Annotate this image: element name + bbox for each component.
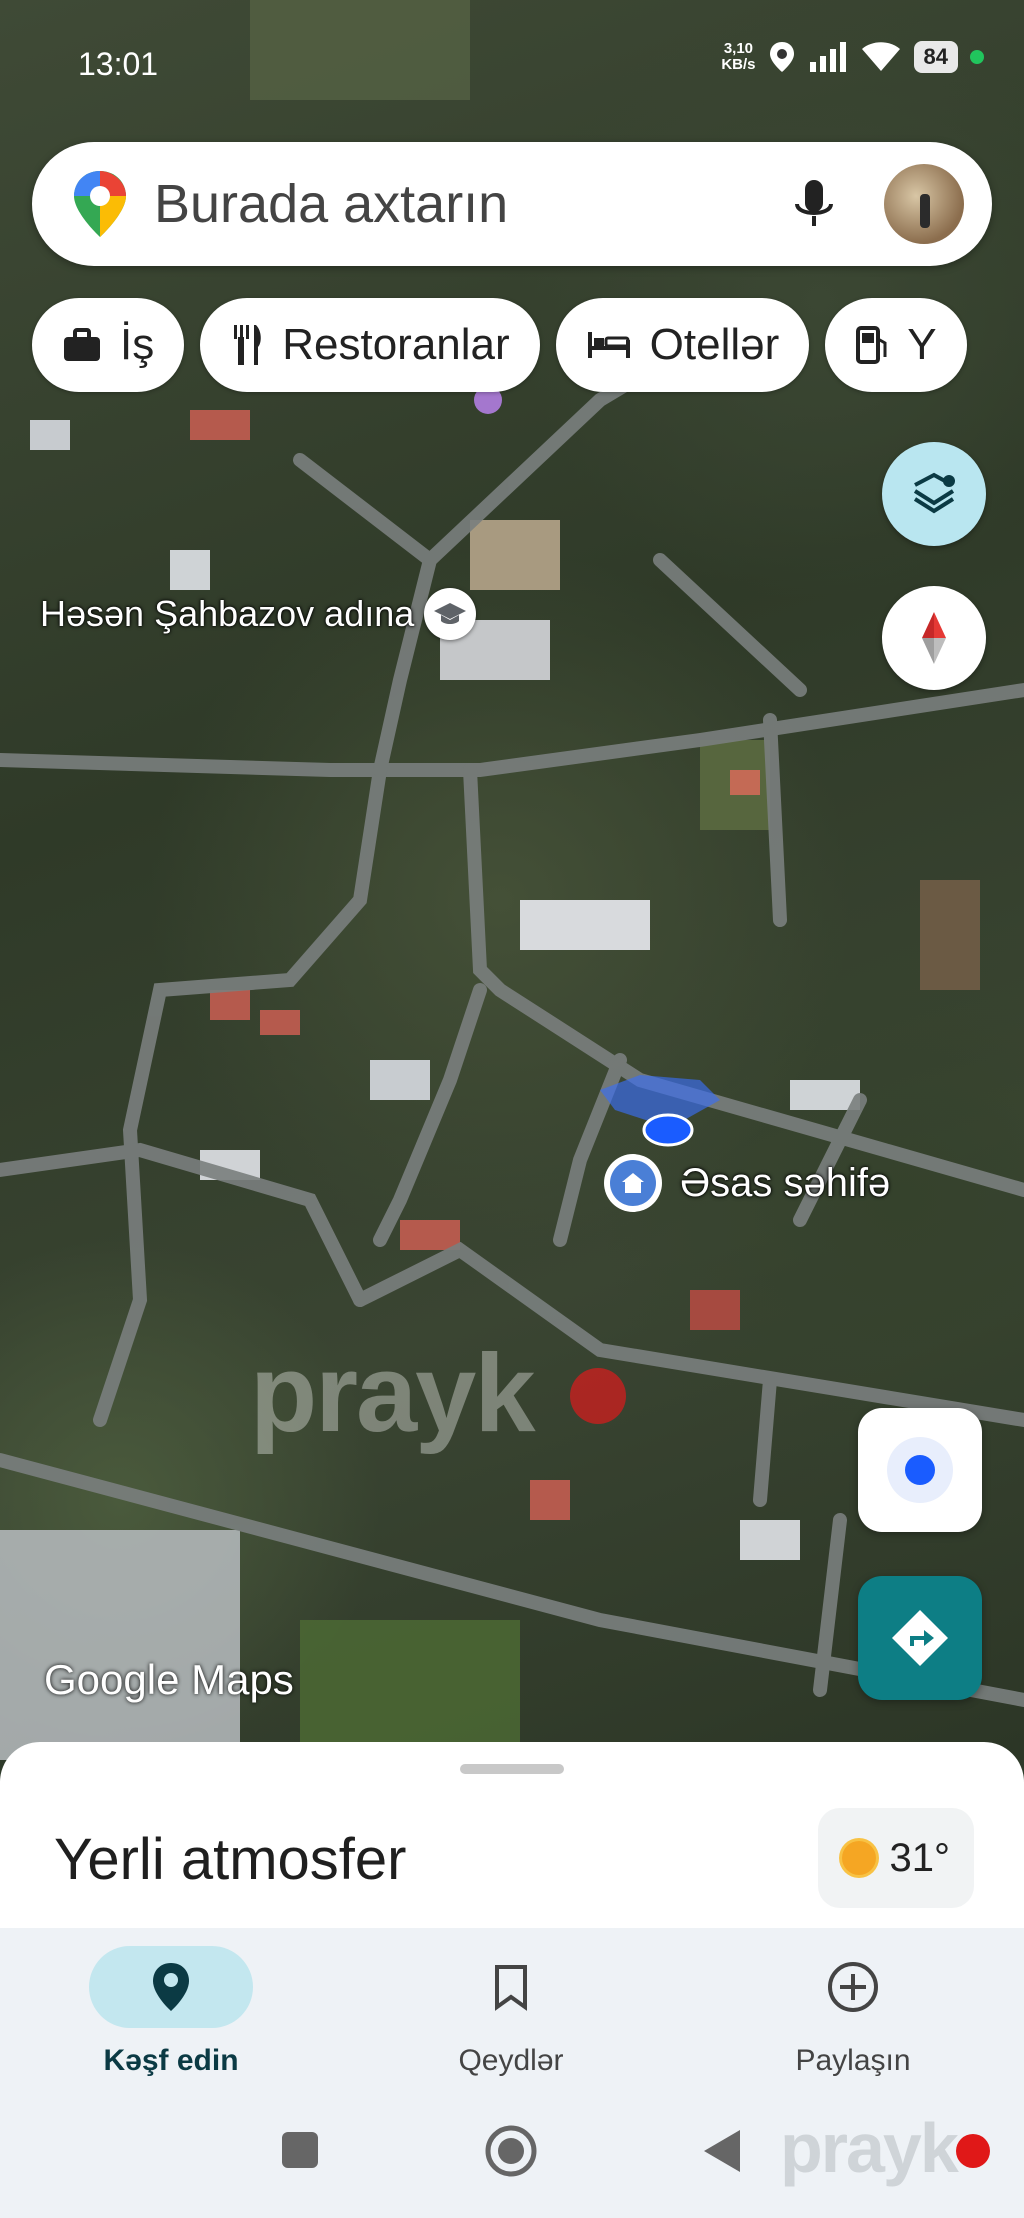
watermark-dot bbox=[570, 1368, 626, 1424]
back-button-icon[interactable] bbox=[702, 2128, 742, 2174]
briefcase-icon bbox=[64, 328, 100, 361]
nav-explore-label: Kəşf edin bbox=[103, 2044, 239, 2077]
bottom-sheet[interactable]: Yerli atmosfer 31° bbox=[0, 1742, 1024, 1928]
status-time: 13:01 bbox=[78, 46, 159, 82]
recents-button-icon[interactable] bbox=[280, 2130, 320, 2170]
weather-chip[interactable]: 31° bbox=[817, 1808, 974, 1908]
nav-explore[interactable]: Kəşf edin bbox=[46, 1946, 296, 2078]
network-speed: 3,10 KB/s bbox=[721, 41, 755, 73]
chip-hotels-label: Otellər bbox=[649, 320, 780, 369]
nav-contribute-pill bbox=[771, 1946, 935, 2028]
compass-button[interactable] bbox=[882, 586, 986, 690]
category-chips: İş Restoranlar Otellər Y bbox=[32, 298, 967, 392]
explore-pin-icon bbox=[153, 1963, 189, 2011]
my-location-button[interactable] bbox=[858, 1408, 982, 1532]
chip-hotels[interactable]: Otellər bbox=[555, 298, 810, 392]
school-icon bbox=[424, 588, 477, 640]
google-maps-pin-icon bbox=[74, 171, 126, 237]
microphone-icon[interactable] bbox=[784, 174, 844, 234]
search-bar[interactable]: Burada axtarın bbox=[32, 142, 992, 266]
directions-button[interactable] bbox=[858, 1576, 982, 1700]
nav-saved[interactable]: Qeydlər bbox=[386, 1946, 636, 2078]
sun-icon bbox=[841, 1841, 876, 1875]
sheet-title: Yerli atmosfer bbox=[54, 1827, 407, 1892]
place-label-school[interactable]: Həsən Şahbazov adına bbox=[40, 588, 477, 640]
wifi-icon bbox=[861, 42, 900, 71]
privacy-dot bbox=[970, 50, 984, 64]
nav-saved-label: Qeydlər bbox=[458, 2044, 564, 2077]
corner-watermark: prayk bbox=[780, 2109, 959, 2187]
home-label: Əsas səhifə bbox=[680, 1160, 891, 1205]
signal-icon bbox=[809, 42, 846, 72]
chip-fuel[interactable]: Y bbox=[825, 298, 967, 392]
add-circle-icon bbox=[828, 1962, 878, 2012]
fuel-icon bbox=[856, 326, 887, 364]
account-avatar[interactable] bbox=[884, 164, 964, 244]
chip-restaurants[interactable]: Restoranlar bbox=[200, 298, 540, 392]
my-location-icon bbox=[887, 1437, 953, 1503]
home-button-icon[interactable] bbox=[484, 2124, 538, 2178]
school-name: Həsən Şahbazov adına bbox=[40, 593, 415, 634]
bed-icon bbox=[587, 332, 630, 358]
bookmark-icon bbox=[495, 1965, 527, 2011]
layers-button[interactable] bbox=[882, 442, 986, 546]
fork-knife-icon bbox=[234, 325, 262, 365]
chip-restaurants-label: Restoranlar bbox=[282, 320, 510, 369]
net-speed-value: 3,10 bbox=[723, 40, 754, 57]
location-icon bbox=[769, 42, 794, 72]
google-maps-attribution: Google Maps bbox=[44, 1656, 294, 1703]
compass-icon bbox=[922, 612, 946, 664]
layers-icon bbox=[913, 472, 955, 514]
battery-indicator: 84 bbox=[913, 41, 958, 73]
search-input[interactable]: Burada axtarın bbox=[154, 173, 784, 235]
net-speed-unit: KB/s bbox=[721, 56, 756, 73]
nav-contribute[interactable]: Paylaşın bbox=[728, 1946, 978, 2078]
chip-fuel-label: Y bbox=[907, 320, 937, 369]
nav-explore-pill bbox=[89, 1946, 253, 2028]
directions-icon bbox=[892, 1610, 948, 1666]
nav-saved-pill bbox=[429, 1946, 593, 2028]
map-view[interactable]: 13:01 3,10 KB/s 84 Burada axtarın İş Res… bbox=[0, 0, 1024, 1760]
corner-watermark-dot bbox=[956, 2134, 990, 2168]
sheet-drag-handle[interactable] bbox=[460, 1764, 564, 1774]
watermark: prayk bbox=[250, 1332, 536, 1455]
status-icons: 3,10 KB/s 84 bbox=[721, 40, 984, 74]
chip-work-label: İş bbox=[120, 320, 155, 369]
nav-contribute-label: Paylaşın bbox=[795, 2044, 911, 2077]
home-icon bbox=[604, 1154, 662, 1212]
place-label-home[interactable]: Əsas səhifə bbox=[604, 1154, 890, 1212]
temperature: 31° bbox=[889, 1835, 951, 1880]
chip-work[interactable]: İş bbox=[32, 298, 185, 392]
